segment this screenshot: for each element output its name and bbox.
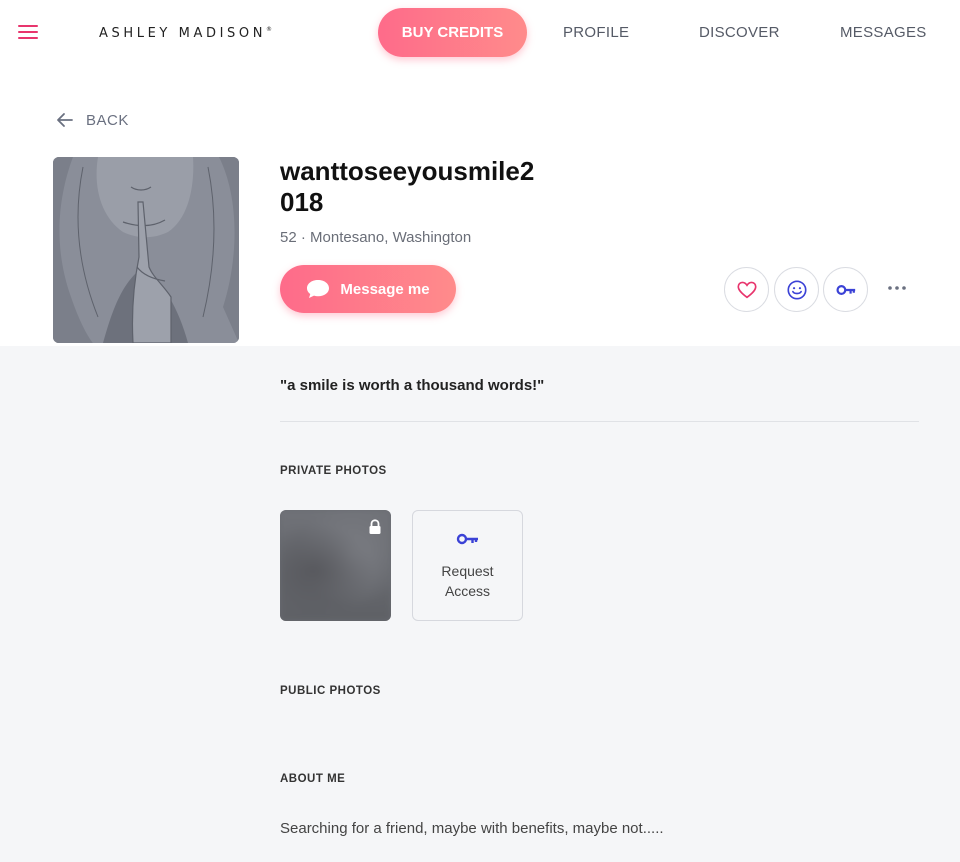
logo[interactable]: ASHLEY MADISON® [99, 26, 272, 41]
menu-icon[interactable] [18, 25, 38, 41]
key-icon [456, 533, 478, 544]
request-access-button[interactable]: Request Access [412, 510, 523, 621]
heart-icon [736, 281, 757, 298]
chat-bubble-icon [307, 280, 330, 298]
private-photo-thumbnail[interactable] [280, 510, 391, 621]
key-icon [835, 284, 855, 295]
profile-username: wanttoseeyousmile2 018 [280, 156, 600, 218]
buy-credits-button[interactable]: BUY CREDITS [378, 8, 527, 57]
logo-trademark: ® [266, 26, 273, 33]
favorite-button[interactable] [724, 267, 769, 312]
profile-age-location: 52 · Montesano, Washington [280, 229, 472, 246]
divider [280, 421, 919, 422]
logo-text: ASHLEY MADISON [99, 26, 267, 41]
public-photos-heading: PUBLIC PHOTOS [280, 685, 381, 697]
message-me-label: Message me [340, 280, 430, 298]
profile-avatar[interactable] [53, 157, 239, 343]
username-line-1: wanttoseeyousmile2 [280, 156, 535, 186]
back-label: BACK [86, 111, 129, 129]
private-photos-heading: PRIVATE PHOTOS [280, 465, 387, 477]
key-button[interactable] [823, 267, 868, 312]
request-access-label: Request Access [441, 562, 494, 599]
ellipsis-icon [888, 286, 906, 290]
silhouette-illustration [53, 157, 239, 343]
message-me-button[interactable]: Message me [280, 265, 456, 313]
username-line-2: 018 [280, 187, 324, 217]
nav-profile[interactable]: PROFILE [563, 24, 629, 41]
wink-button[interactable] [774, 267, 819, 312]
nav-messages[interactable]: MESSAGES [840, 24, 927, 41]
top-navbar: ASHLEY MADISON® BUY CREDITS PROFILE DISC… [0, 0, 960, 66]
nav-discover[interactable]: DISCOVER [699, 24, 780, 41]
about-me-heading: ABOUT ME [280, 773, 346, 785]
more-options-icon[interactable] [886, 280, 908, 298]
smiley-icon [786, 279, 807, 300]
back-link[interactable]: BACK [56, 111, 129, 129]
lock-icon [369, 519, 381, 534]
about-me-text: Searching for a friend, maybe with benef… [280, 820, 664, 837]
profile-tagline: "a smile is worth a thousand words!" [280, 377, 545, 394]
arrow-left-icon [57, 113, 73, 127]
